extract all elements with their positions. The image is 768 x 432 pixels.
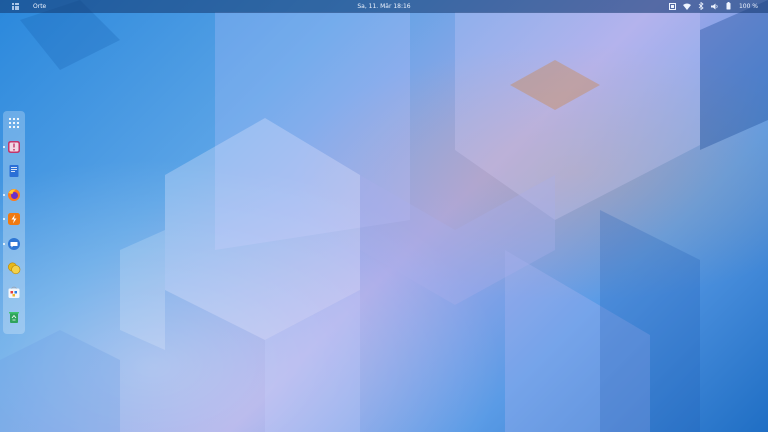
running-indicator	[3, 194, 5, 196]
battery-icon[interactable]	[725, 2, 733, 10]
dock-item-recycle-bin[interactable]	[6, 309, 22, 325]
bluetooth-icon[interactable]	[697, 2, 705, 10]
running-indicator	[3, 243, 5, 245]
volume-icon[interactable]	[710, 2, 719, 10]
screen-icon[interactable]	[669, 2, 677, 10]
dock-item-app-store[interactable]	[6, 284, 22, 300]
top-bar: Orte Sa, 11. Mär 18:16 100 %	[0, 0, 768, 13]
notes-icon	[6, 163, 22, 179]
battery-percent: 100 %	[738, 2, 758, 10]
coins-icon	[6, 260, 22, 276]
lightning-icon	[6, 211, 22, 227]
dock	[3, 111, 25, 334]
running-indicator	[3, 218, 5, 220]
dock-item-coins[interactable]	[6, 260, 22, 276]
dock-item-app-1[interactable]	[3, 139, 22, 155]
shopping-bag-icon	[6, 284, 22, 300]
firefox-icon	[6, 187, 22, 203]
system-tray[interactable]: 100 %	[669, 2, 758, 10]
chat-bubble-icon	[6, 236, 22, 252]
show-apps-button[interactable]	[6, 115, 22, 131]
clock[interactable]: Sa, 11. Mär 18:16	[0, 3, 768, 10]
desktop-wallpaper	[0, 0, 768, 432]
app-1-icon	[6, 139, 22, 155]
wifi-icon[interactable]	[682, 2, 691, 10]
dock-item-firefox[interactable]	[3, 187, 22, 203]
dock-item-chat[interactable]	[3, 236, 22, 252]
running-indicator	[3, 146, 5, 148]
dock-item-notes[interactable]	[6, 163, 22, 179]
dock-item-orange-app[interactable]	[3, 211, 22, 227]
app-grid-icon	[6, 115, 22, 131]
trash-icon	[6, 309, 22, 325]
